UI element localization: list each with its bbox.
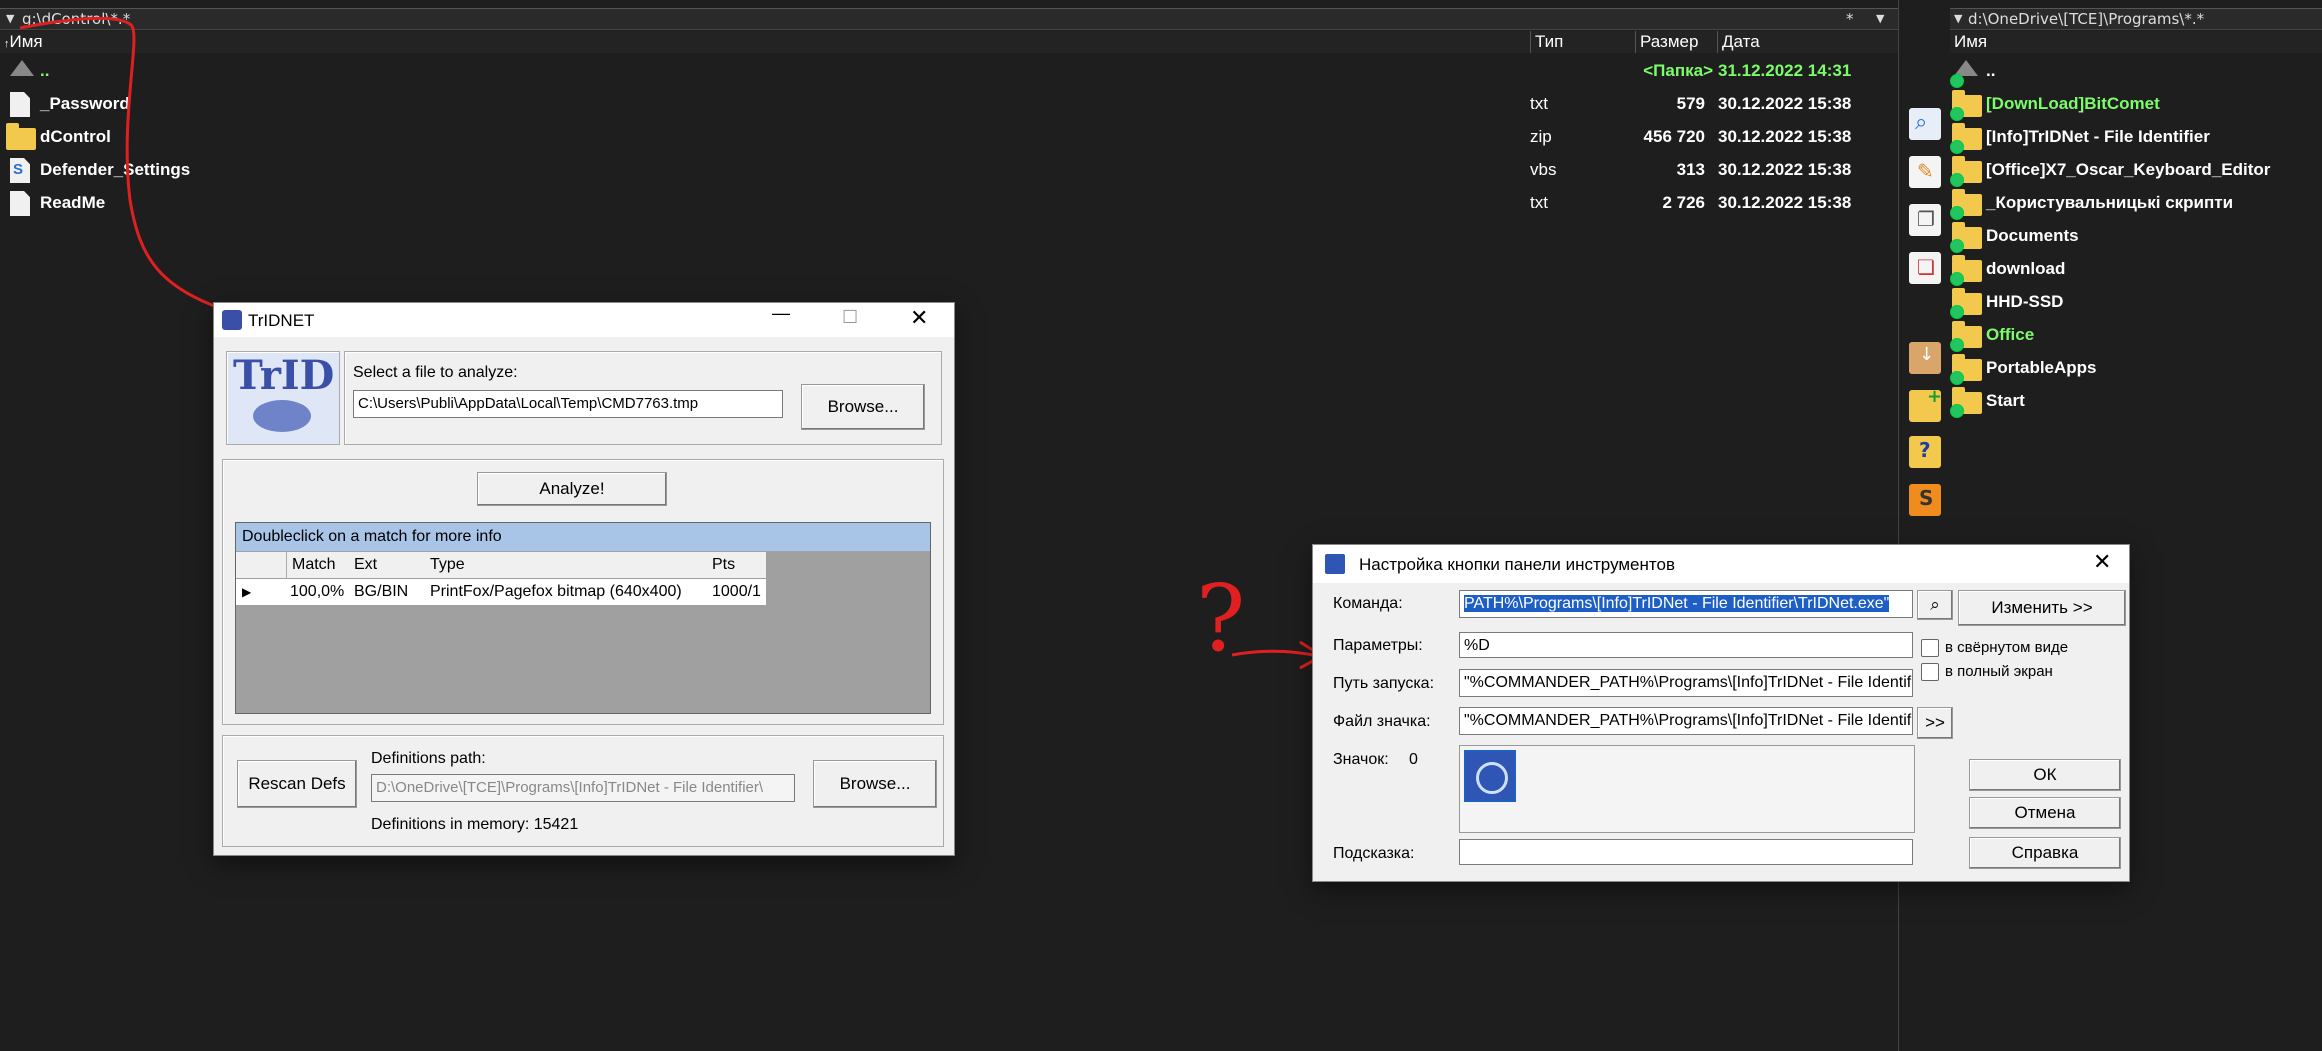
analysis-group: Analyze! Doubleclick on a match for more… [222, 459, 944, 725]
icon-picker[interactable] [1459, 745, 1915, 833]
toolbar-button-dialog: Настройка кнопки панели инструментов ✕ К… [1313, 545, 2129, 881]
dialog-titlebar[interactable]: Настройка кнопки панели инструментов ✕ [1313, 545, 2129, 583]
minimize-icon[interactable]: — [772, 303, 790, 324]
params-input[interactable]: %D [1459, 632, 1913, 658]
browse-defs-button[interactable]: Browse... [813, 760, 937, 808]
eye-icon [253, 400, 311, 432]
startpath-input[interactable]: "%COMMANDER_PATH%\Programs\[Info]TrIDNet… [1459, 669, 1913, 697]
help-button[interactable]: Справка [1969, 837, 2121, 869]
rescan-defs-button[interactable]: Rescan Defs [237, 760, 357, 808]
close-icon[interactable]: ✕ [910, 305, 928, 331]
icon-label: Значок: [1333, 751, 1389, 768]
file-select-group: Select a file to analyze: C:\Users\Publi… [344, 351, 942, 445]
iconfile-label: Файл значка: [1333, 713, 1431, 730]
tridnet-title: TrIDNET [248, 311, 315, 330]
browse-command-icon[interactable]: ⌕ [1917, 590, 1953, 620]
command-input[interactable]: PATH%\Programs\[Info]TrIDNet - File Iden… [1459, 590, 1913, 618]
fullscreen-checkbox[interactable] [1921, 663, 1939, 681]
trid-logo: TrID [226, 351, 340, 445]
analyze-button[interactable]: Analyze! [477, 472, 667, 506]
cancel-button[interactable]: Отмена [1969, 797, 2121, 829]
eye-icon [1476, 762, 1508, 794]
definitions-group: Rescan Defs Definitions path: D:\OneDriv… [222, 735, 944, 847]
iconfile-browse-button[interactable]: >> [1917, 707, 1953, 739]
change-button[interactable]: Изменить >> [1958, 590, 2126, 626]
ok-button[interactable]: ОК [1969, 759, 2121, 791]
tooltip-label: Подсказка: [1333, 845, 1415, 862]
file-path-input[interactable]: C:\Users\Publi\AppData\Local\Temp\CMD776… [353, 390, 783, 418]
row-pointer-icon: ▶ [242, 585, 252, 599]
icon-index: 0 [1409, 751, 1418, 768]
floppy-icon [1325, 554, 1345, 574]
iconfile-input[interactable]: "%COMMANDER_PATH%\Programs\[Info]TrIDNet… [1459, 707, 1913, 735]
params-label: Параметры: [1333, 637, 1423, 654]
tridnet-app-icon [222, 310, 242, 330]
table-row[interactable]: ▶ 100,0% BG/BIN PrintFox/Pagefox bitmap … [236, 579, 766, 605]
tridnet-titlebar[interactable]: TrIDNET — ☐ ✕ [214, 303, 954, 337]
tooltip-input[interactable] [1459, 839, 1913, 865]
tridnet-window: TrIDNET — ☐ ✕ TrID Select a file to anal… [214, 303, 954, 855]
results-header: Doubleclick on a match for more info [236, 523, 930, 551]
definitions-path-input[interactable]: D:\OneDrive\[TCE]\Programs\[Info]TrIDNet… [371, 774, 795, 802]
question-mark: ? [1196, 565, 1245, 672]
dialog-close-icon[interactable]: ✕ [2093, 549, 2111, 575]
command-label: Команда: [1333, 595, 1403, 612]
dialog-title: Настройка кнопки панели инструментов [1359, 555, 1675, 574]
startpath-label: Путь запуска: [1333, 675, 1435, 692]
minimized-checkbox[interactable] [1921, 639, 1939, 657]
results-panel: Doubleclick on a match for more info Mat… [235, 522, 931, 714]
browse-file-button[interactable]: Browse... [801, 384, 925, 430]
maximize-icon[interactable]: ☐ [842, 307, 858, 328]
results-table-header: Match Ext Type Pts [236, 552, 766, 578]
defs-memory-label: Definitions in memory: 15421 [371, 816, 579, 833]
trid-program-icon[interactable] [1464, 750, 1516, 802]
